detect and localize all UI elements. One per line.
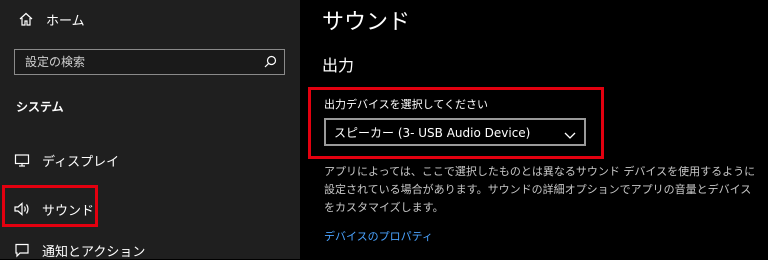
- home-icon: [16, 9, 36, 29]
- notification-icon: [12, 240, 32, 260]
- settings-search-input[interactable]: [15, 50, 255, 74]
- home-label: ホーム: [46, 13, 85, 29]
- search-icon[interactable]: [262, 54, 278, 70]
- home-nav-item[interactable]: ホーム: [16, 9, 85, 29]
- settings-sidebar: ホーム システム ディスプレイ サウンド 通知とアクション: [0, 0, 300, 260]
- section-title-system: システム: [16, 100, 64, 114]
- sidebar-item-label: ディスプレイ: [42, 154, 120, 170]
- output-heading: 出力: [322, 56, 355, 75]
- sidebar-item-display[interactable]: ディスプレイ: [12, 150, 119, 170]
- settings-search-box[interactable]: [14, 49, 285, 75]
- page-title: サウンド: [322, 10, 411, 35]
- device-properties-link[interactable]: デバイスのプロパティ: [324, 228, 433, 244]
- output-device-highlight-box: [308, 87, 604, 159]
- monitor-icon: [12, 150, 32, 170]
- sidebar-item-label: 通知とアクション: [42, 244, 146, 260]
- output-description: アプリによっては、ここで選択したものとは異なるサウンド デバイスを使用するように…: [324, 165, 756, 214]
- sound-settings-pane: サウンド 出力 出力デバイスを選択してください スピーカー (3- USB Au…: [300, 0, 768, 259]
- sidebar-item-notifications[interactable]: 通知とアクション: [12, 240, 145, 260]
- sound-highlight-box: [2, 185, 98, 227]
